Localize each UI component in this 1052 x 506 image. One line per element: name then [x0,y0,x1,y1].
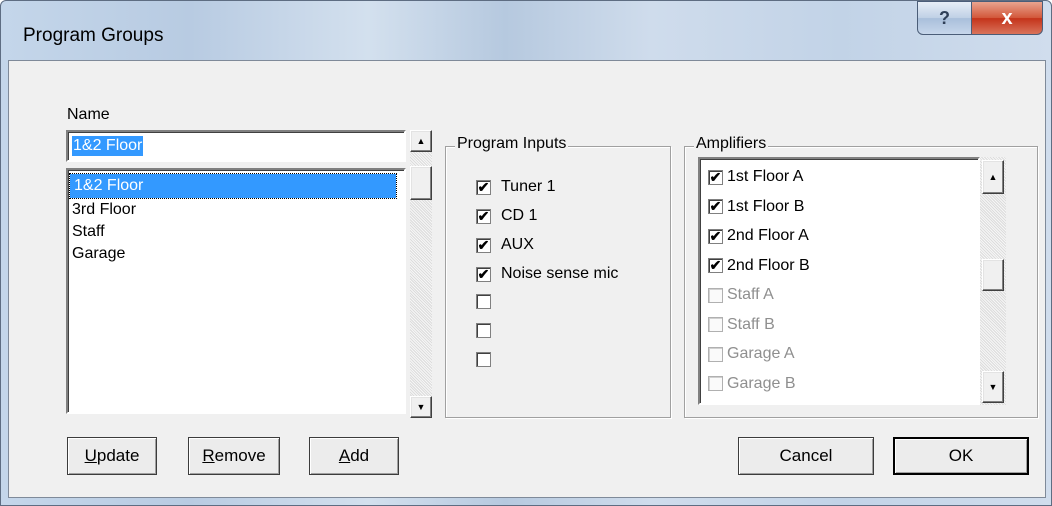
program-input-label: Noise sense mic [501,265,619,282]
list-item[interactable]: 1&2 Floor [69,173,397,199]
program-input-row[interactable]: ✔ Noise sense mic [476,265,618,283]
scroll-thumb[interactable] [982,259,1004,291]
ok-button[interactable]: OK [893,437,1029,475]
checkbox[interactable] [476,294,491,309]
program-input-row[interactable]: ✔ Tuner 1 [476,178,556,196]
amplifier-label: 1st Floor B [727,197,805,215]
program-input-row[interactable]: ✔ CD 1 [476,207,537,225]
help-button[interactable]: ? [917,1,972,35]
add-button[interactable]: Add [309,437,399,475]
name-input-value: 1&2 Floor [72,136,144,156]
help-icon: ? [939,7,950,28]
program-input-row[interactable] [476,323,501,338]
amplifier-label: Garage B [727,374,796,392]
group-list[interactable]: 1&2 Floor 3rd Floor Staff Garage [66,168,406,414]
checkbox[interactable] [708,317,723,332]
amplifiers-title: Amplifiers [694,135,769,153]
window-title: Program Groups [23,25,164,46]
amplifier-row[interactable]: ✔ 2nd Floor A [708,222,809,250]
program-input-row[interactable] [476,352,501,367]
arrow-up-icon: ▲ [416,136,426,146]
program-input-row[interactable]: ✔ AUX [476,236,534,254]
arrow-up-icon: ▲ [988,172,998,182]
close-icon: x [1001,6,1013,29]
scroll-up-button[interactable]: ▲ [982,160,1004,194]
program-input-row[interactable] [476,294,501,309]
dialog-client-area: Name 1&2 Floor 1&2 Floor 3rd Floor Staff… [8,60,1046,498]
update-accel: U [84,446,97,465]
remove-button[interactable]: Remove [188,437,280,475]
arrow-down-icon: ▼ [988,382,998,392]
checkbox[interactable] [476,323,491,338]
title-bar[interactable]: Program Groups ? x [1,1,1051,59]
checkbox[interactable]: ✔ [708,199,723,214]
amplifier-label: 2nd Floor A [727,227,809,244]
checkbox[interactable]: ✔ [476,179,491,195]
checkbox[interactable] [708,376,723,391]
checkbox[interactable] [708,346,723,362]
remove-label: emove [214,446,266,465]
scroll-down-button[interactable]: ▼ [410,396,432,418]
program-input-label: AUX [501,236,534,253]
ok-label: OK [948,446,974,465]
group-list-scrollbar[interactable]: ▲ ▼ [410,130,432,418]
cancel-button[interactable]: Cancel [738,437,874,475]
amplifier-row[interactable]: Staff A [708,281,774,309]
amplifier-row[interactable]: ✔ 1st Floor A [708,163,803,191]
remove-accel: R [202,446,215,465]
cancel-label: Cancel [779,446,833,465]
checkbox[interactable]: ✔ [708,169,723,185]
amplifier-row[interactable]: Garage B [708,370,795,398]
checkbox[interactable] [708,287,723,303]
checkbox[interactable] [476,352,491,367]
checkbox[interactable]: ✔ [476,208,491,224]
scroll-thumb[interactable] [410,166,432,200]
amplifiers-scrollbar[interactable]: ▲ ▼ [980,157,1006,405]
list-item[interactable]: 3rd Floor [72,198,136,222]
name-input[interactable]: 1&2 Floor [66,130,406,162]
program-inputs-title: Program Inputs [455,135,569,153]
program-input-label: CD 1 [501,207,538,224]
update-button[interactable]: Update [67,437,157,475]
amplifier-label: Staff A [727,286,774,303]
amplifier-label: Staff B [727,315,775,333]
amplifier-row[interactable]: Garage A [708,340,795,368]
amplifier-label: Garage A [727,345,795,362]
checkbox[interactable]: ✔ [476,237,491,253]
update-label: pdate [96,446,140,465]
scroll-up-button[interactable]: ▲ [410,130,432,152]
add-accel: A [338,446,351,465]
close-button[interactable]: x [971,1,1043,35]
checkbox[interactable]: ✔ [476,266,491,282]
scroll-down-button[interactable]: ▼ [982,371,1004,403]
list-item[interactable]: Garage [72,242,125,266]
amplifier-label: 1st Floor A [727,168,804,185]
arrow-down-icon: ▼ [416,402,426,412]
amplifier-row[interactable]: ✔ 1st Floor B [708,193,804,221]
program-input-label: Tuner 1 [501,178,556,195]
add-label: dd [350,446,370,465]
list-item[interactable]: Staff [72,220,105,244]
amplifier-row[interactable]: Staff B [708,311,775,339]
amplifiers-list[interactable]: ✔ 1st Floor A ✔ 1st Floor B ✔ 2nd Floor A ✔ 2nd… [698,157,980,405]
name-label: Name [67,106,110,123]
checkbox[interactable]: ✔ [708,258,723,273]
checkbox[interactable]: ✔ [708,228,723,244]
amplifier-label: 2nd Floor B [727,256,810,274]
amplifier-row[interactable]: ✔ 2nd Floor B [708,252,810,280]
program-groups-dialog: Program Groups ? x Name 1&2 Floor 1&2 Fl… [0,0,1052,506]
